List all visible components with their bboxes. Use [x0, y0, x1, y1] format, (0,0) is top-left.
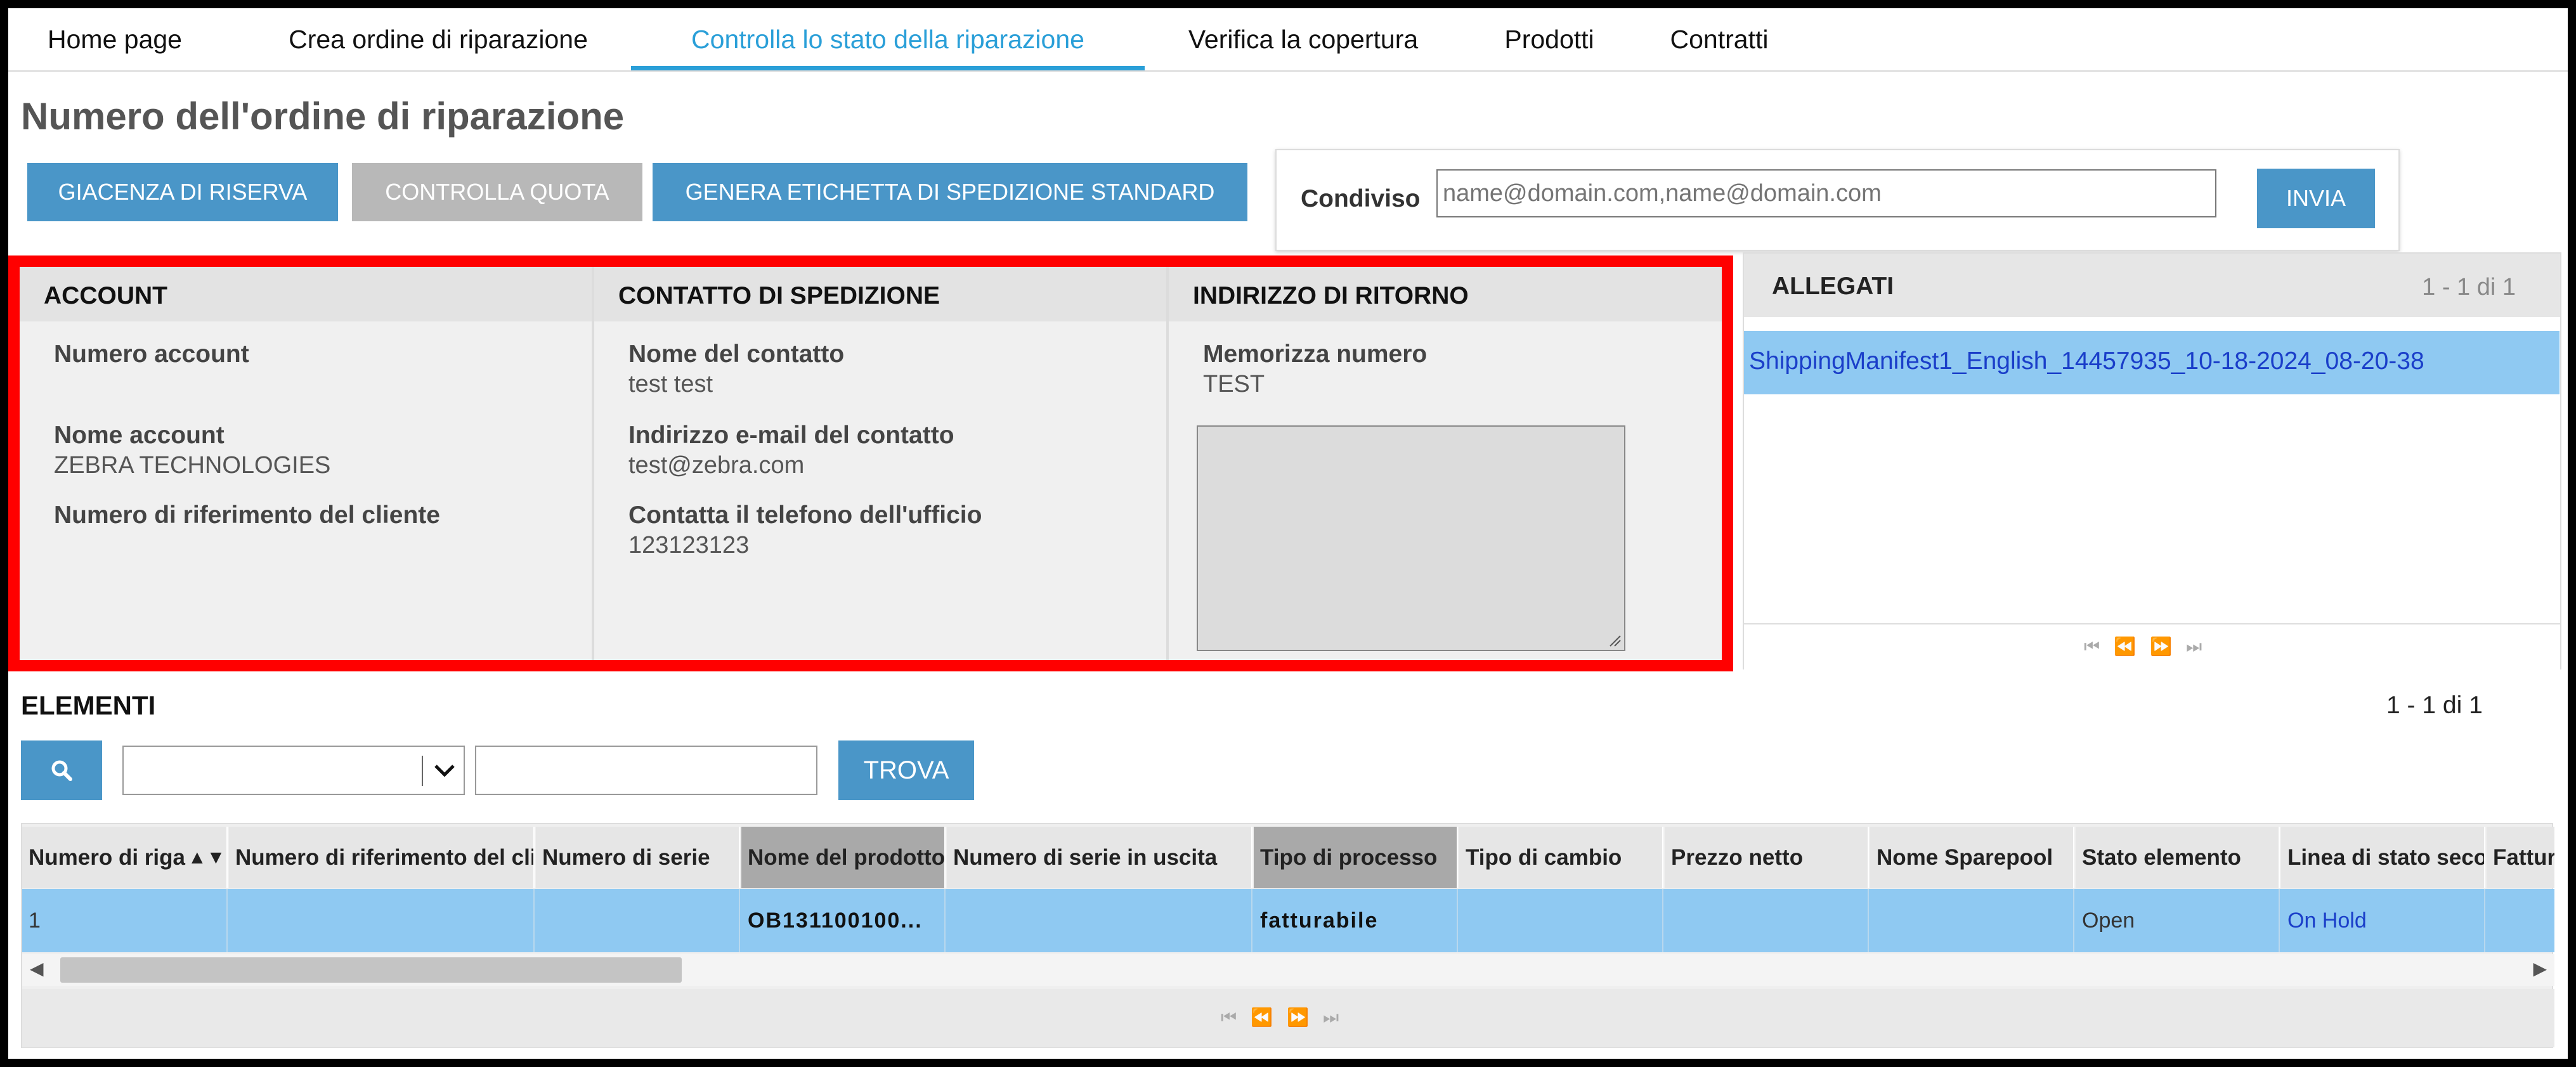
attachments-pager: ⏮⏪⏩⏭: [1744, 623, 2560, 670]
col-header-outgoing-serial[interactable]: Numero di serie in uscita: [947, 827, 1252, 888]
tab-contracts[interactable]: Contratti: [1649, 8, 1789, 70]
attachments-panel: ALLEGATI 1 - 1 di 1 ShippingManifest1_En…: [1743, 252, 2561, 670]
tab-verify-coverage[interactable]: Verifica la copertura: [1164, 8, 1443, 70]
scrollbar-thumb[interactable]: [60, 957, 682, 983]
first-page-icon[interactable]: ⏮: [1221, 1007, 1251, 1027]
scroll-right-icon[interactable]: ▶: [2533, 958, 2547, 979]
col-header-exchange-type[interactable]: Tipo di cambio: [1459, 827, 1663, 888]
col-header-label: Numero di riga: [29, 844, 185, 870]
chevron-down-icon[interactable]: [432, 760, 457, 782]
cell-serial-number: [536, 889, 740, 952]
tab-create-repair-order[interactable]: Crea ordine di riparazione: [261, 8, 616, 70]
page-title: Numero dell'ordine di riparazione: [21, 95, 625, 138]
scroll-left-icon[interactable]: ◀: [30, 958, 44, 979]
reserve-stock-button[interactable]: GIACENZA DI RISERVA: [27, 163, 338, 221]
top-nav: Home page Crea ordine di riparazione Con…: [8, 8, 2568, 72]
app-window: Home page Crea ordine di riparazione Con…: [8, 8, 2568, 1059]
attachments-count: 1 - 1 di 1: [2422, 274, 2516, 301]
col-header-line-number[interactable]: Numero di riga ▲▼: [22, 827, 228, 888]
col-header-net-price[interactable]: Prezzo netto: [1665, 827, 1869, 888]
search-button[interactable]: [21, 740, 102, 800]
items-grid: Numero di riga ▲▼ Numero di riferimento …: [21, 823, 2554, 1048]
last-page-icon[interactable]: ⏭: [2186, 637, 2216, 656]
cell-product-name: OB131100100...: [741, 889, 946, 952]
last-page-icon[interactable]: ⏭: [1323, 1007, 1353, 1027]
tab-check-repair-status[interactable]: Controlla lo stato della riparazione: [631, 8, 1145, 70]
next-page-icon[interactable]: ⏩: [1287, 1007, 1323, 1027]
generate-shipping-label-button[interactable]: GENERA ETICHETTA DI SPEDIZIONE STANDARD: [653, 163, 1247, 221]
cell-outgoing-serial: [947, 889, 1252, 952]
share-email-input[interactable]: [1436, 169, 2216, 217]
next-page-icon[interactable]: ⏩: [2150, 637, 2186, 656]
tab-products[interactable]: Prodotti: [1486, 8, 1613, 70]
items-count: 1 - 1 di 1: [2386, 692, 2483, 719]
attachment-row[interactable]: ShippingManifest1_English_14457935_10-18…: [1744, 331, 2560, 394]
search-icon: [51, 760, 72, 781]
col-header-serial-number[interactable]: Numero di serie: [536, 827, 740, 888]
attachments-title: ALLEGATI: [1772, 273, 1894, 300]
items-pager-controls: ⏮⏪⏩⏭: [1221, 1007, 1353, 1028]
attachment-link[interactable]: ShippingManifest1_English_14457935_10-18…: [1749, 347, 2424, 375]
prev-page-icon[interactable]: ⏪: [1251, 1007, 1287, 1027]
table-row[interactable]: 1 OB131100100... fatturabile Open On Hol…: [22, 889, 2554, 952]
cell-process-type: fatturabile: [1254, 889, 1458, 952]
check-quota-button[interactable]: CONTROLLA QUOTA: [352, 163, 642, 221]
horizontal-scrollbar[interactable]: ◀ ▶: [22, 954, 2554, 986]
highlight-box: [8, 255, 1733, 671]
cell-line-number: 1: [22, 889, 228, 952]
share-label: Condiviso: [1301, 185, 1421, 212]
search-field-select[interactable]: [122, 746, 465, 795]
first-page-icon[interactable]: ⏮: [2084, 637, 2114, 656]
find-button[interactable]: TROVA: [838, 740, 974, 800]
search-text-input[interactable]: [475, 746, 817, 795]
cell-item-status: Open: [2076, 889, 2280, 952]
cell-customer-ref: [229, 889, 535, 952]
select-divider: [422, 756, 423, 786]
col-header-item-status[interactable]: Stato elemento: [2076, 827, 2280, 888]
sort-arrows-icon[interactable]: ▲▼: [188, 847, 225, 869]
items-pager: ⏮⏪⏩⏭: [22, 989, 2554, 1047]
col-header-customer-ref[interactable]: Numero di riferimento del cliente: [229, 827, 535, 888]
attachments-pager-controls: ⏮⏪⏩⏭: [2084, 636, 2216, 657]
share-box: Condiviso INVIA: [1275, 149, 2400, 251]
items-title: ELEMENTI: [21, 690, 156, 720]
cell-invoice: [2487, 889, 2554, 952]
col-header-product-name[interactable]: Nome del prodotto: [741, 827, 946, 888]
col-header-secondary-status[interactable]: Linea di stato secondaria: [2281, 827, 2485, 888]
col-header-invoice[interactable]: Fattura: [2487, 827, 2554, 888]
cell-secondary-status-link[interactable]: On Hold: [2281, 889, 2485, 952]
attachments-header: ALLEGATI 1 - 1 di 1: [1744, 254, 2560, 317]
col-header-sparepool-name[interactable]: Nome Sparepool: [1870, 827, 2074, 888]
cell-net-price: [1665, 889, 1869, 952]
send-button[interactable]: INVIA: [2257, 169, 2375, 228]
cell-exchange-type: [1459, 889, 1663, 952]
prev-page-icon[interactable]: ⏪: [2114, 637, 2150, 656]
col-header-process-type[interactable]: Tipo di processo: [1254, 827, 1458, 888]
tab-home[interactable]: Home page: [45, 8, 185, 70]
cell-sparepool-name: [1870, 889, 2074, 952]
